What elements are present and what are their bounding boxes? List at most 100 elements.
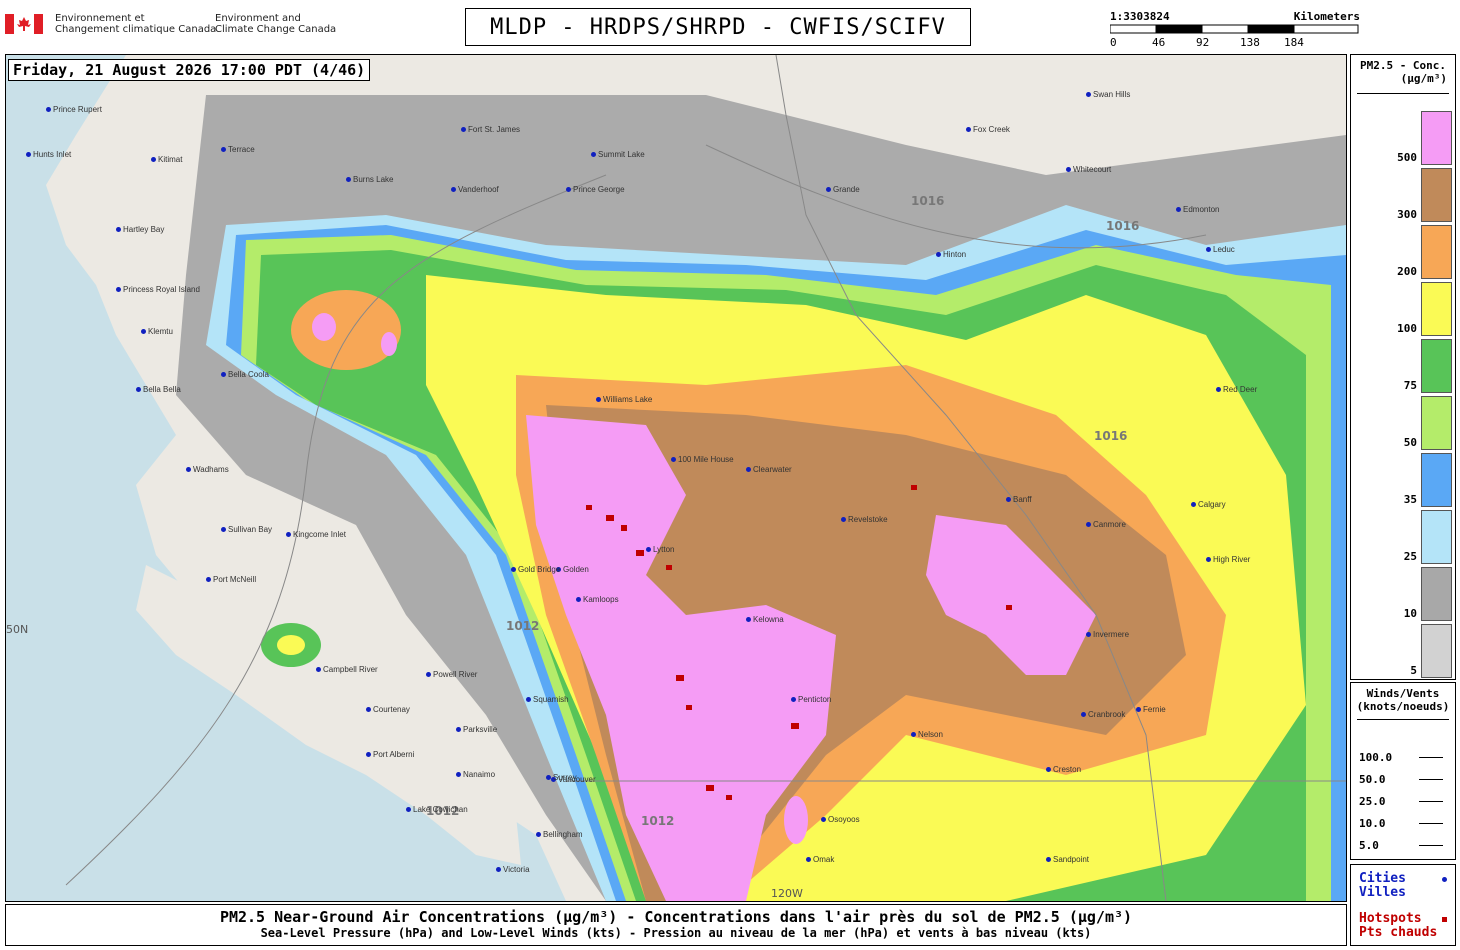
scale-tick: 0: [1110, 36, 1117, 49]
place-name: Squamish: [533, 695, 569, 704]
city-marker-icon: [426, 672, 431, 677]
place-label: Powell River: [426, 670, 477, 679]
place-label: Wadhams: [186, 465, 229, 474]
place-name: Bella Coola: [228, 370, 269, 379]
legend-swatch: [1421, 282, 1452, 336]
place-label: Kamloops: [576, 595, 619, 604]
map-canvas[interactable]: 1016 1016 1016 1012 1012 1012 50N 120W P…: [5, 54, 1347, 902]
place-label: Williams Lake: [596, 395, 652, 404]
place-label: Bella Bella: [136, 385, 181, 394]
city-marker-icon: [1086, 92, 1091, 97]
place-name: Lytton: [653, 545, 675, 554]
city-marker-icon: [151, 157, 156, 162]
pm25-legend: PM2.5 - Conc. (µg/m³) 500 300 200 100 75 50 35…: [1350, 54, 1456, 680]
place-name: Bella Bella: [143, 385, 181, 394]
wind-barb-icon: [1419, 757, 1443, 758]
place-label: Bellingham: [536, 830, 583, 839]
cities-label-fr: Villes: [1359, 885, 1406, 900]
product-title: MLDP - HRDPS/SHRPD - CWFIS/SCIFV: [465, 8, 971, 46]
city-marker-icon: [1206, 557, 1211, 562]
place-name: Burns Lake: [353, 175, 394, 184]
legend-level-label: 75: [1403, 379, 1417, 392]
place-label: Leduc: [1206, 245, 1235, 254]
place-label: Lake Cowichan: [406, 805, 468, 814]
forecast-timestamp: Friday, 21 August 2026 17:00 PDT (4/46): [8, 59, 371, 81]
place-name: Nelson: [918, 730, 943, 739]
city-marker-icon: [221, 372, 226, 377]
place-name: Banff: [1013, 495, 1032, 504]
scale-tick: 46: [1152, 36, 1166, 49]
isobar-label: 1016: [1094, 429, 1127, 443]
scale-tick: 184: [1284, 36, 1304, 49]
legend-swatch: [1421, 453, 1452, 507]
city-marker-icon: [366, 707, 371, 712]
place-name: Penticton: [798, 695, 832, 704]
place-name: Canmore: [1093, 520, 1126, 529]
place-name: Kamloops: [583, 595, 619, 604]
place-name: Surrey: [553, 773, 577, 782]
place-label: Osoyoos: [821, 815, 860, 824]
isobar-label: 1016: [1106, 219, 1139, 233]
place-label: Cranbrook: [1081, 710, 1125, 719]
place-name: Kingcome Inlet: [293, 530, 346, 539]
place-name: Osoyoos: [828, 815, 860, 824]
place-label: Lytton: [646, 545, 675, 554]
city-marker-icon: [26, 152, 31, 157]
place-label: Hinton: [936, 250, 966, 259]
city-marker-icon: [346, 177, 351, 182]
legend-swatch: [1421, 396, 1452, 450]
legend-level-label: 35: [1403, 493, 1417, 506]
legend-level-label: 50: [1403, 436, 1417, 449]
place-name: Vanderhoof: [458, 185, 499, 194]
place-name: Swan Hills: [1093, 90, 1131, 99]
legend-swatch: [1421, 168, 1452, 222]
agency-logo: Environnement et Changement climatique C…: [5, 10, 345, 44]
place-label: Golden: [556, 565, 589, 574]
place-label: Kitimat: [151, 155, 182, 164]
legend-swatch: [1421, 111, 1452, 165]
city-marker-icon: [1006, 497, 1011, 502]
city-marker-icon: [826, 187, 831, 192]
city-marker-icon: [1442, 877, 1447, 882]
city-marker-icon: [821, 817, 826, 822]
place-name: Hartley Bay: [123, 225, 165, 234]
caption-line1: PM2.5 Near-Ground Air Concentrations (µg…: [219, 908, 1133, 926]
city-marker-icon: [1086, 632, 1091, 637]
city-marker-icon: [746, 617, 751, 622]
wind-speed-label: 25.0: [1359, 795, 1386, 808]
place-label: Prince Rupert: [46, 105, 102, 114]
place-label: Grande: [826, 185, 860, 194]
place-label: Port Alberni: [366, 750, 414, 759]
legend-level-label: 300: [1397, 208, 1417, 221]
place-label: Calgary: [1191, 500, 1226, 509]
place-name: 100 Mile House: [678, 455, 734, 464]
city-marker-icon: [206, 577, 211, 582]
place-label: Sandpoint: [1046, 855, 1089, 864]
place-label: Victoria: [496, 865, 530, 874]
city-marker-icon: [451, 187, 456, 192]
place-name: Parksville: [463, 725, 498, 734]
place-name: Prince George: [573, 185, 625, 194]
city-marker-icon: [1046, 767, 1051, 772]
agency-name-en: Environment and Climate Change Canada: [215, 13, 337, 35]
place-name: Courtenay: [373, 705, 410, 714]
place-name: Terrace: [228, 145, 255, 154]
map-caption: PM2.5 Near-Ground Air Concentrations (µg…: [5, 904, 1347, 946]
place-label: Kingcome Inlet: [286, 530, 346, 539]
plume-local-pink: [381, 332, 397, 356]
pm25-legend-title: PM2.5 - Conc.: [1359, 59, 1447, 72]
place-name: Hunts Inlet: [33, 150, 72, 159]
place-label: Hunts Inlet: [26, 150, 71, 159]
longitude-label: 120W: [771, 887, 803, 900]
legend-level-label: 500: [1397, 151, 1417, 164]
city-marker-icon: [141, 329, 146, 334]
wind-legend-unit: (knots/noeuds): [1356, 700, 1450, 713]
place-name: Port Alberni: [373, 750, 415, 759]
city-marker-icon: [1191, 502, 1196, 507]
place-label: Creston: [1046, 765, 1081, 774]
place-name: Princess Royal Island: [123, 285, 200, 294]
city-marker-icon: [596, 397, 601, 402]
place-name: Fernie: [1143, 705, 1166, 714]
place-name: High River: [1213, 555, 1251, 564]
place-label: Canmore: [1086, 520, 1126, 529]
